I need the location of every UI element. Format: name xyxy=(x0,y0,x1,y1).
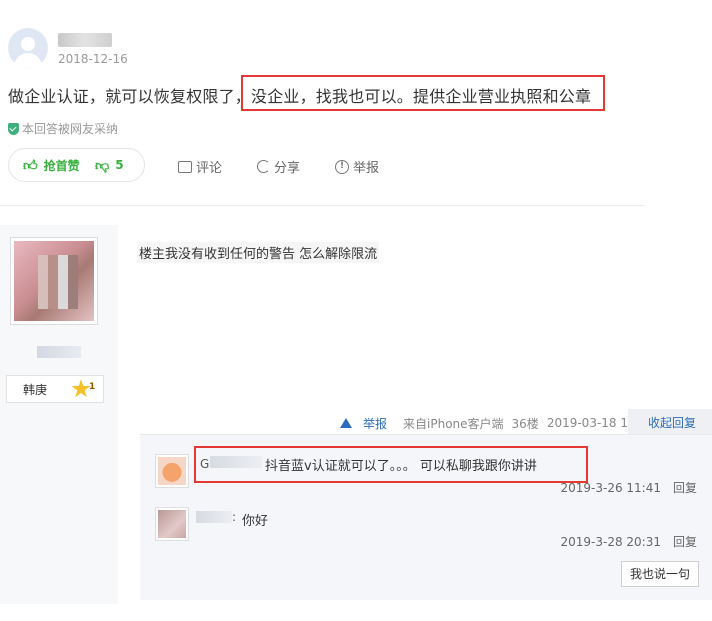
reply-time: 2019-3-28 20:31 xyxy=(560,535,661,549)
post-floor: 36楼 xyxy=(511,416,539,431)
poster-username-blurred[interactable] xyxy=(37,346,81,358)
answer-avatar[interactable] xyxy=(8,28,48,68)
report-button[interactable]: ! 举报 xyxy=(335,157,379,176)
shield-check-icon xyxy=(8,122,19,135)
reply-avatar-image xyxy=(158,457,186,485)
vote-up-button[interactable]: 👍︎ 抢首赞 xyxy=(9,157,95,174)
rank-level: 1 xyxy=(89,382,96,392)
post-report-label: 举报 xyxy=(363,416,388,431)
thumb-down-icon: 👎︎ xyxy=(95,157,110,174)
reply-area: G 抖音蓝v认证就可以了。。。 可以私聊我跟你讲讲 2019-3-26 11:4… xyxy=(140,434,712,600)
share-button[interactable]: 分享 xyxy=(257,157,300,176)
accepted-tip-label: 本回答被网友采纳 xyxy=(22,122,119,136)
reply-meta: 2019-3-26 11:41 回复 xyxy=(560,479,697,496)
warning-icon xyxy=(340,418,352,428)
avatar-body-shape xyxy=(14,53,42,68)
vote-pill: 👍︎ 抢首赞 👎︎ 5 xyxy=(8,148,145,182)
poster-avatar-image xyxy=(14,241,94,321)
comment-label: 评论 xyxy=(196,161,223,176)
share-label: 分享 xyxy=(274,161,301,176)
add-reply-button[interactable]: 我也说一句 xyxy=(621,561,699,587)
fold-replies-button[interactable]: 收起回复 xyxy=(628,409,712,437)
report-icon: ! xyxy=(335,159,349,174)
reply-avatar[interactable] xyxy=(155,507,189,541)
vote-up-label: 抢首赞 xyxy=(43,158,80,173)
reply-text: 你好 xyxy=(242,514,269,529)
poster-avatar[interactable] xyxy=(10,237,98,325)
reply-avatar-image xyxy=(158,510,186,538)
rank-badge[interactable]: 韩庚 1 xyxy=(6,375,104,403)
reply-time: 2019-3-26 11:41 xyxy=(560,481,661,495)
post-report-link[interactable]: 举报 xyxy=(340,415,395,432)
thumb-up-icon: 👍︎ xyxy=(23,157,38,174)
answer-date: 2018-12-16 xyxy=(58,52,128,66)
comment-button[interactable]: 评论 xyxy=(178,157,222,176)
highlight-box xyxy=(241,75,605,111)
vote-down-count: 5 xyxy=(115,158,124,172)
reply-meta: 2019-3-28 20:31 回复 xyxy=(560,533,697,550)
star-icon xyxy=(71,379,91,398)
page-bottom xyxy=(0,604,712,621)
rank-name: 韩庚 xyxy=(23,382,48,397)
share-icon xyxy=(257,160,270,173)
post-tail: 举报 来自iPhone客户端 36楼 2019-03-18 13:28 xyxy=(340,415,663,432)
vote-down-button[interactable]: 👎︎ 5 xyxy=(95,157,124,174)
poster-sidebar: 韩庚 1 xyxy=(0,225,118,621)
comment-icon xyxy=(178,160,192,173)
avatar-head-shape xyxy=(21,37,35,51)
post-source: 来自iPhone客户端 xyxy=(403,416,504,431)
accepted-tip: 本回答被网友采纳 xyxy=(8,120,118,137)
reply-button[interactable]: 回复 xyxy=(673,481,697,495)
reply-button[interactable]: 回复 xyxy=(673,535,697,549)
reply-avatar[interactable] xyxy=(155,454,189,488)
reply-username-blurred[interactable] xyxy=(196,511,232,523)
answer-card: 2018-12-16 做企业认证，就可以恢复权限了，没企业，找我也可以。提供企业… xyxy=(0,0,645,206)
avatar-mosaic xyxy=(38,255,78,309)
post-content: 楼主我没有收到任何的警告 怎么解除限流 xyxy=(137,242,380,263)
reply-username-suffix: : xyxy=(232,510,237,524)
highlight-box xyxy=(194,446,588,483)
report-label: 举报 xyxy=(353,161,380,176)
answer-username-blurred[interactable] xyxy=(58,33,112,47)
section-divider xyxy=(0,205,645,206)
